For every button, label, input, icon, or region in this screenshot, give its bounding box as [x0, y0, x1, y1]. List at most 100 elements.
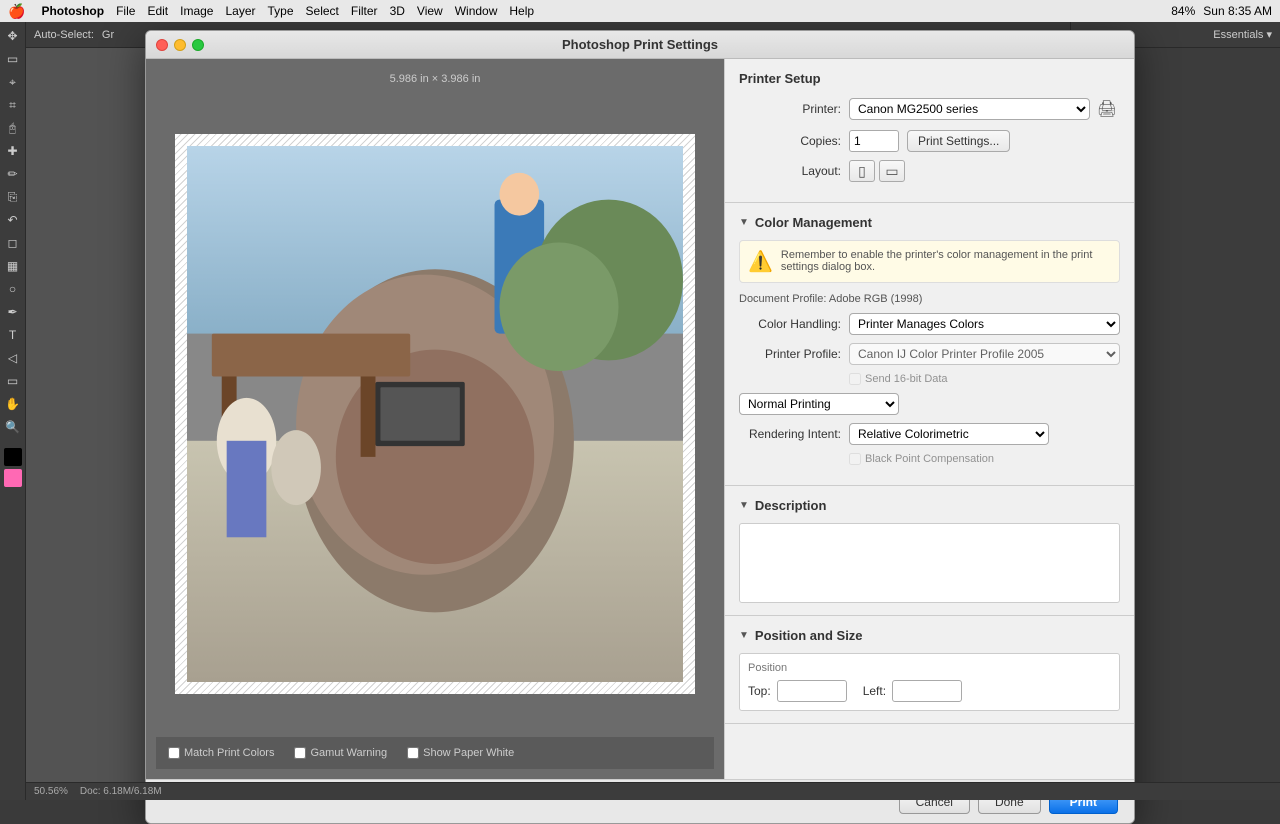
menubar-right: 84% Sun 8:35 AM: [1171, 4, 1272, 18]
color-handling-label: Color Handling:: [739, 317, 849, 331]
color-warning-box: ⚠️ Remember to enable the printer's colo…: [739, 240, 1120, 283]
ps-status-bar: 50.56% Doc: 6.18M/6.18M: [26, 782, 1280, 800]
copies-input[interactable]: [849, 130, 899, 152]
settings-panel: Printer Setup Printer: Canon MG2500 seri…: [724, 59, 1134, 779]
description-header: ▼ Description: [739, 498, 1120, 513]
printer-label: Printer:: [739, 102, 849, 116]
color-management-header: ▼ Color Management: [739, 215, 1120, 230]
maximize-button[interactable]: [192, 39, 204, 51]
color-mgmt-collapse-icon[interactable]: ▼: [739, 217, 749, 228]
printer-select-wrapper: Canon MG2500 series: [849, 98, 1090, 120]
color-handling-row: Color Handling: Printer Manages Colors P…: [739, 313, 1120, 335]
minimize-button[interactable]: [174, 39, 186, 51]
position-size-title: Position and Size: [755, 628, 863, 643]
position-size-collapse-icon[interactable]: ▼: [739, 630, 749, 641]
position-size-header: ▼ Position and Size: [739, 628, 1120, 643]
top-label: Top:: [748, 684, 771, 698]
zoom-level: 50.56%: [34, 786, 68, 797]
top-input[interactable]: [777, 680, 847, 702]
document-profile-row: Document Profile: Adobe RGB (1998): [739, 293, 1120, 305]
color-handling-field: Printer Manages Colors Photoshop Manages…: [849, 313, 1120, 335]
printer-setup-section: Printer Setup Printer: Canon MG2500 seri…: [725, 59, 1134, 203]
black-point-row: Black Point Compensation: [739, 453, 1120, 465]
copies-field: Print Settings...: [849, 130, 1120, 152]
menubar-layer[interactable]: Layer: [225, 4, 255, 18]
print-settings-button[interactable]: Print Settings...: [907, 130, 1010, 152]
top-field: Top:: [748, 680, 847, 702]
print-image-area: [187, 146, 683, 682]
menubar-type[interactable]: Type: [268, 4, 294, 18]
color-management-section: ▼ Color Management ⚠️ Remember to enable…: [725, 203, 1134, 486]
dialog-overlay: Photoshop Print Settings 5.986 in × 3.98…: [0, 22, 1280, 800]
rendering-intent-select[interactable]: Perceptual Relative Colorimetric Saturat…: [849, 423, 1049, 445]
traffic-lights: [156, 39, 204, 51]
menubar-image[interactable]: Image: [180, 4, 213, 18]
printer-icon-button[interactable]: 🖨: [1094, 96, 1120, 122]
doc-size: Doc: 6.18M/6.18M: [80, 786, 162, 797]
gamut-warning-checkbox[interactable]: Gamut Warning: [294, 747, 387, 759]
printer-select[interactable]: Canon MG2500 series: [849, 98, 1090, 120]
position-fields: Top: Left:: [748, 680, 1111, 702]
color-handling-select[interactable]: Printer Manages Colors Photoshop Manages…: [849, 313, 1120, 335]
rendering-intent-label: Rendering Intent:: [739, 427, 849, 441]
printer-field: Canon MG2500 series 🖨: [849, 96, 1120, 122]
match-print-colors-input[interactable]: [168, 747, 180, 759]
print-settings-dialog: Photoshop Print Settings 5.986 in × 3.98…: [145, 30, 1135, 824]
rendering-intent-row: Rendering Intent: Perceptual Relative Co…: [739, 423, 1120, 445]
match-print-colors-checkbox[interactable]: Match Print Colors: [168, 747, 274, 759]
black-point-input: [849, 453, 861, 465]
copies-label: Copies:: [739, 134, 849, 148]
position-size-section: ▼ Position and Size Position Top: Left:: [725, 616, 1134, 724]
menubar-photoshop[interactable]: Photoshop: [41, 4, 104, 18]
menubar-help[interactable]: Help: [509, 4, 534, 18]
menubar-select[interactable]: Select: [306, 4, 339, 18]
landscape-button[interactable]: ▭: [879, 160, 905, 182]
printer-row: Printer: Canon MG2500 series 🖨: [739, 96, 1120, 122]
canvas-area: 5.986 in × 3.986 in: [146, 59, 724, 779]
position-box: Position Top: Left:: [739, 653, 1120, 711]
portrait-button[interactable]: ▯: [849, 160, 875, 182]
warning-icon: ⚠️: [748, 249, 773, 274]
warning-text: Remember to enable the printer's color m…: [781, 249, 1111, 273]
canvas-controls: Match Print Colors Gamut Warning Show Pa…: [156, 737, 714, 769]
doc-profile-value: Adobe RGB (1998): [829, 293, 923, 305]
menubar-filter[interactable]: Filter: [351, 4, 378, 18]
dialog-body: 5.986 in × 3.986 in: [146, 59, 1134, 779]
normal-printing-select[interactable]: Normal Printing Hard Proofing: [739, 393, 899, 415]
rendering-intent-field: Perceptual Relative Colorimetric Saturat…: [849, 423, 1120, 445]
menubar-window[interactable]: Window: [455, 4, 498, 18]
show-paper-white-checkbox[interactable]: Show Paper White: [407, 747, 514, 759]
printer-profile-row: Printer Profile: Canon IJ Color Printer …: [739, 343, 1120, 365]
clock: Sun 8:35 AM: [1203, 4, 1272, 18]
description-collapse-icon[interactable]: ▼: [739, 500, 749, 511]
left-input[interactable]: [892, 680, 962, 702]
left-field: Left:: [863, 680, 962, 702]
gamut-warning-input[interactable]: [294, 747, 306, 759]
canvas-wrapper: [156, 91, 714, 737]
printer-profile-label: Printer Profile:: [739, 347, 849, 361]
canvas-ruler: 5.986 in × 3.986 in: [156, 69, 714, 89]
menubar-file[interactable]: File: [116, 4, 135, 18]
menubar-3d[interactable]: 3D: [390, 4, 405, 18]
doc-profile-label: Document Profile:: [739, 293, 826, 305]
description-title: Description: [755, 498, 827, 513]
layout-row: Layout: ▯ ▭: [739, 160, 1120, 182]
dialog-titlebar: Photoshop Print Settings: [146, 31, 1134, 59]
show-paper-white-input[interactable]: [407, 747, 419, 759]
position-subtitle: Position: [748, 662, 1111, 674]
normal-printing-row: Normal Printing Hard Proofing: [739, 393, 1120, 415]
battery-indicator: 84%: [1171, 4, 1195, 18]
print-preview: [175, 134, 695, 694]
menubar-view[interactable]: View: [417, 4, 443, 18]
printer-profile-select[interactable]: Canon IJ Color Printer Profile 2005: [849, 343, 1120, 365]
close-button[interactable]: [156, 39, 168, 51]
description-section: ▼ Description: [725, 486, 1134, 616]
apple-menu[interactable]: 🍎: [8, 3, 25, 20]
printer-profile-field: Canon IJ Color Printer Profile 2005: [849, 343, 1120, 365]
layout-label: Layout:: [739, 164, 849, 178]
menubar: 🍎 Photoshop File Edit Image Layer Type S…: [0, 0, 1280, 22]
copies-row: Copies: Print Settings...: [739, 130, 1120, 152]
send-16bit-row: Send 16-bit Data: [739, 373, 1120, 385]
menubar-edit[interactable]: Edit: [147, 4, 168, 18]
color-management-title: Color Management: [755, 215, 872, 230]
